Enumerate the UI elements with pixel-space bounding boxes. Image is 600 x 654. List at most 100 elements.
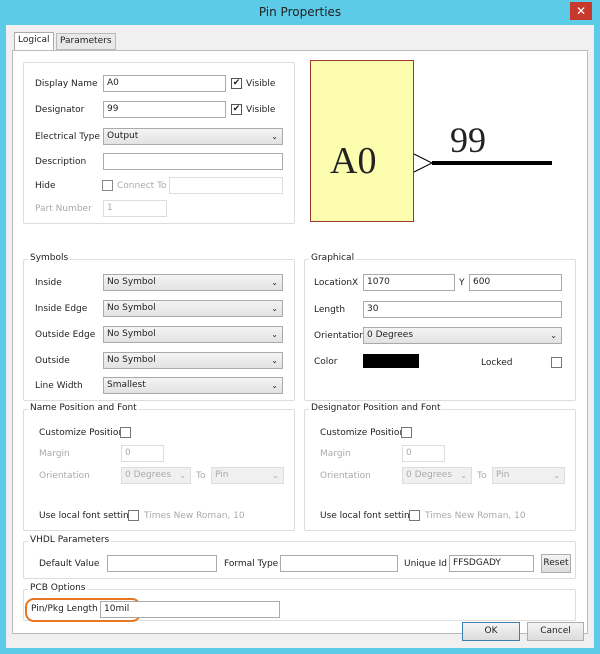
orientation-label: Orientation xyxy=(320,471,371,481)
chevron-down-icon: ⌄ xyxy=(271,330,278,339)
x-label: X xyxy=(352,278,359,288)
hide-label: Hide xyxy=(35,181,56,191)
y-label: Y xyxy=(459,278,465,288)
line-width-value: Smallest xyxy=(107,380,146,390)
display-name-label: Display Name xyxy=(35,79,98,89)
pin-pkg-length-label: Pin/Pkg Length xyxy=(31,604,98,614)
tab-logical[interactable]: Logical xyxy=(14,32,54,51)
window-title: Pin Properties xyxy=(258,5,342,19)
margin-label: Margin xyxy=(39,449,70,459)
font-value: Times New Roman, 10 xyxy=(144,511,245,521)
pin-general-group: Display Name A0 ✔ Visible Designator 99 … xyxy=(23,62,295,224)
designator-input[interactable]: 99 xyxy=(103,101,226,118)
margin-label: Margin xyxy=(320,449,351,459)
font-value: Times New Roman, 10 xyxy=(425,511,526,521)
name-to-value: Pin xyxy=(215,470,229,480)
use-local-font-checkbox[interactable] xyxy=(128,510,139,521)
orientation-label: Orientation xyxy=(314,331,365,341)
electrical-type-value: Output xyxy=(107,131,139,141)
dialog-client: Logical Parameters Display Name A0 ✔ Vis… xyxy=(6,25,594,648)
margin-input[interactable]: 0 xyxy=(402,445,445,462)
pcb-options-title: PCB Options xyxy=(28,583,88,593)
designator-to-value: Pin xyxy=(496,470,510,480)
electrical-type-label: Electrical Type xyxy=(35,132,100,142)
ok-button[interactable]: OK xyxy=(462,622,520,641)
designator-position-title: Designator Position and Font xyxy=(309,403,443,413)
symbols-title: Symbols xyxy=(28,253,71,263)
use-local-font-checkbox[interactable] xyxy=(409,510,420,521)
display-name-visible-checkbox[interactable]: ✔ xyxy=(231,78,242,89)
vhdl-title: VHDL Parameters xyxy=(28,535,112,545)
locked-label: Locked xyxy=(481,358,513,368)
customize-position-checkbox[interactable] xyxy=(120,427,131,438)
customize-position-label: Customize Position xyxy=(39,428,125,438)
margin-input[interactable]: 0 xyxy=(121,445,164,462)
inside-select[interactable]: No Symbol ⌄ xyxy=(103,274,283,291)
electrical-type-select[interactable]: Output ⌄ xyxy=(103,128,283,145)
color-swatch[interactable] xyxy=(363,354,419,368)
outside-value: No Symbol xyxy=(107,355,156,365)
length-label: Length xyxy=(314,305,346,315)
chevron-down-icon: ⌄ xyxy=(272,471,279,480)
pin-pkg-length-input[interactable]: 10mil xyxy=(100,601,280,618)
visible-label: Visible xyxy=(246,79,276,89)
designator-position-group: Designator Position and Font Customize P… xyxy=(304,403,576,531)
hide-checkbox[interactable] xyxy=(102,180,113,191)
outside-edge-value: No Symbol xyxy=(107,329,156,339)
formal-type-label: Formal Type xyxy=(224,559,279,569)
tab-parameters[interactable]: Parameters xyxy=(56,33,116,50)
inside-edge-select[interactable]: No Symbol ⌄ xyxy=(103,300,283,317)
designator-orientation-value: 0 Degrees xyxy=(406,470,453,480)
name-position-group: Name Position and Font Customize Positio… xyxy=(23,403,295,531)
reset-button[interactable]: Reset xyxy=(541,554,571,573)
to-label: To xyxy=(477,471,487,481)
unique-id-input[interactable]: FFSDGADY xyxy=(449,555,534,572)
name-orientation-value: 0 Degrees xyxy=(125,470,172,480)
name-position-title: Name Position and Font xyxy=(28,403,139,413)
line-width-select[interactable]: Smallest ⌄ xyxy=(103,377,283,394)
use-local-font-label: Use local font setting xyxy=(39,511,135,521)
customize-position-label: Customize Position xyxy=(320,428,406,438)
customize-position-checkbox[interactable] xyxy=(401,427,412,438)
chevron-down-icon: ⌄ xyxy=(271,132,278,141)
description-input[interactable] xyxy=(103,153,283,170)
orientation-value: 0 Degrees xyxy=(367,330,414,340)
location-y-input[interactable]: 600 xyxy=(469,274,562,291)
connect-to-input[interactable] xyxy=(169,177,283,194)
display-name-input[interactable]: A0 xyxy=(103,75,226,92)
chevron-down-icon: ⌄ xyxy=(271,381,278,390)
use-local-font-label: Use local font setting xyxy=(320,511,416,521)
orientation-select[interactable]: 0 Degrees ⌄ xyxy=(363,327,562,344)
location-label: Location xyxy=(314,278,353,288)
chevron-down-icon: ⌄ xyxy=(179,471,186,480)
pcb-options-group: PCB Options Pin/Pkg Length 10mil xyxy=(23,583,576,622)
locked-checkbox[interactable] xyxy=(551,357,562,368)
part-number-spinner[interactable]: 1 xyxy=(103,200,167,217)
pin-preview: A0 99 xyxy=(300,60,570,226)
inside-edge-label: Inside Edge xyxy=(35,304,88,314)
designator-orientation-select[interactable]: 0 Degrees ⌄ xyxy=(402,467,472,484)
designator-to-select[interactable]: Pin ⌄ xyxy=(492,467,565,484)
symbols-group: Symbols Inside No Symbol ⌄ Inside Edge No… xyxy=(23,253,295,401)
logical-panel: Display Name A0 ✔ Visible Designator 99 … xyxy=(12,50,588,634)
name-to-select[interactable]: Pin ⌄ xyxy=(211,467,284,484)
cancel-button[interactable]: Cancel xyxy=(527,622,584,641)
designator-visible-checkbox[interactable]: ✔ xyxy=(231,104,242,115)
outside-edge-select[interactable]: No Symbol ⌄ xyxy=(103,326,283,343)
outside-label: Outside xyxy=(35,356,70,366)
outside-select[interactable]: No Symbol ⌄ xyxy=(103,352,283,369)
dialog-window: Pin Properties ✕ Logical Parameters Disp… xyxy=(0,0,600,654)
outside-edge-label: Outside Edge xyxy=(35,330,96,340)
connect-to-label: Connect To xyxy=(117,181,167,191)
close-button[interactable]: ✕ xyxy=(570,2,592,20)
name-orientation-select[interactable]: 0 Degrees ⌄ xyxy=(121,467,191,484)
length-input[interactable]: 30 xyxy=(363,301,562,318)
formal-type-input[interactable] xyxy=(280,555,398,572)
location-x-input[interactable]: 1070 xyxy=(363,274,455,291)
to-label: To xyxy=(196,471,206,481)
orientation-label: Orientation xyxy=(39,471,90,481)
default-value-input[interactable] xyxy=(107,555,217,572)
inside-value: No Symbol xyxy=(107,277,156,287)
chevron-down-icon: ⌄ xyxy=(271,356,278,365)
chevron-down-icon: ⌄ xyxy=(553,471,560,480)
